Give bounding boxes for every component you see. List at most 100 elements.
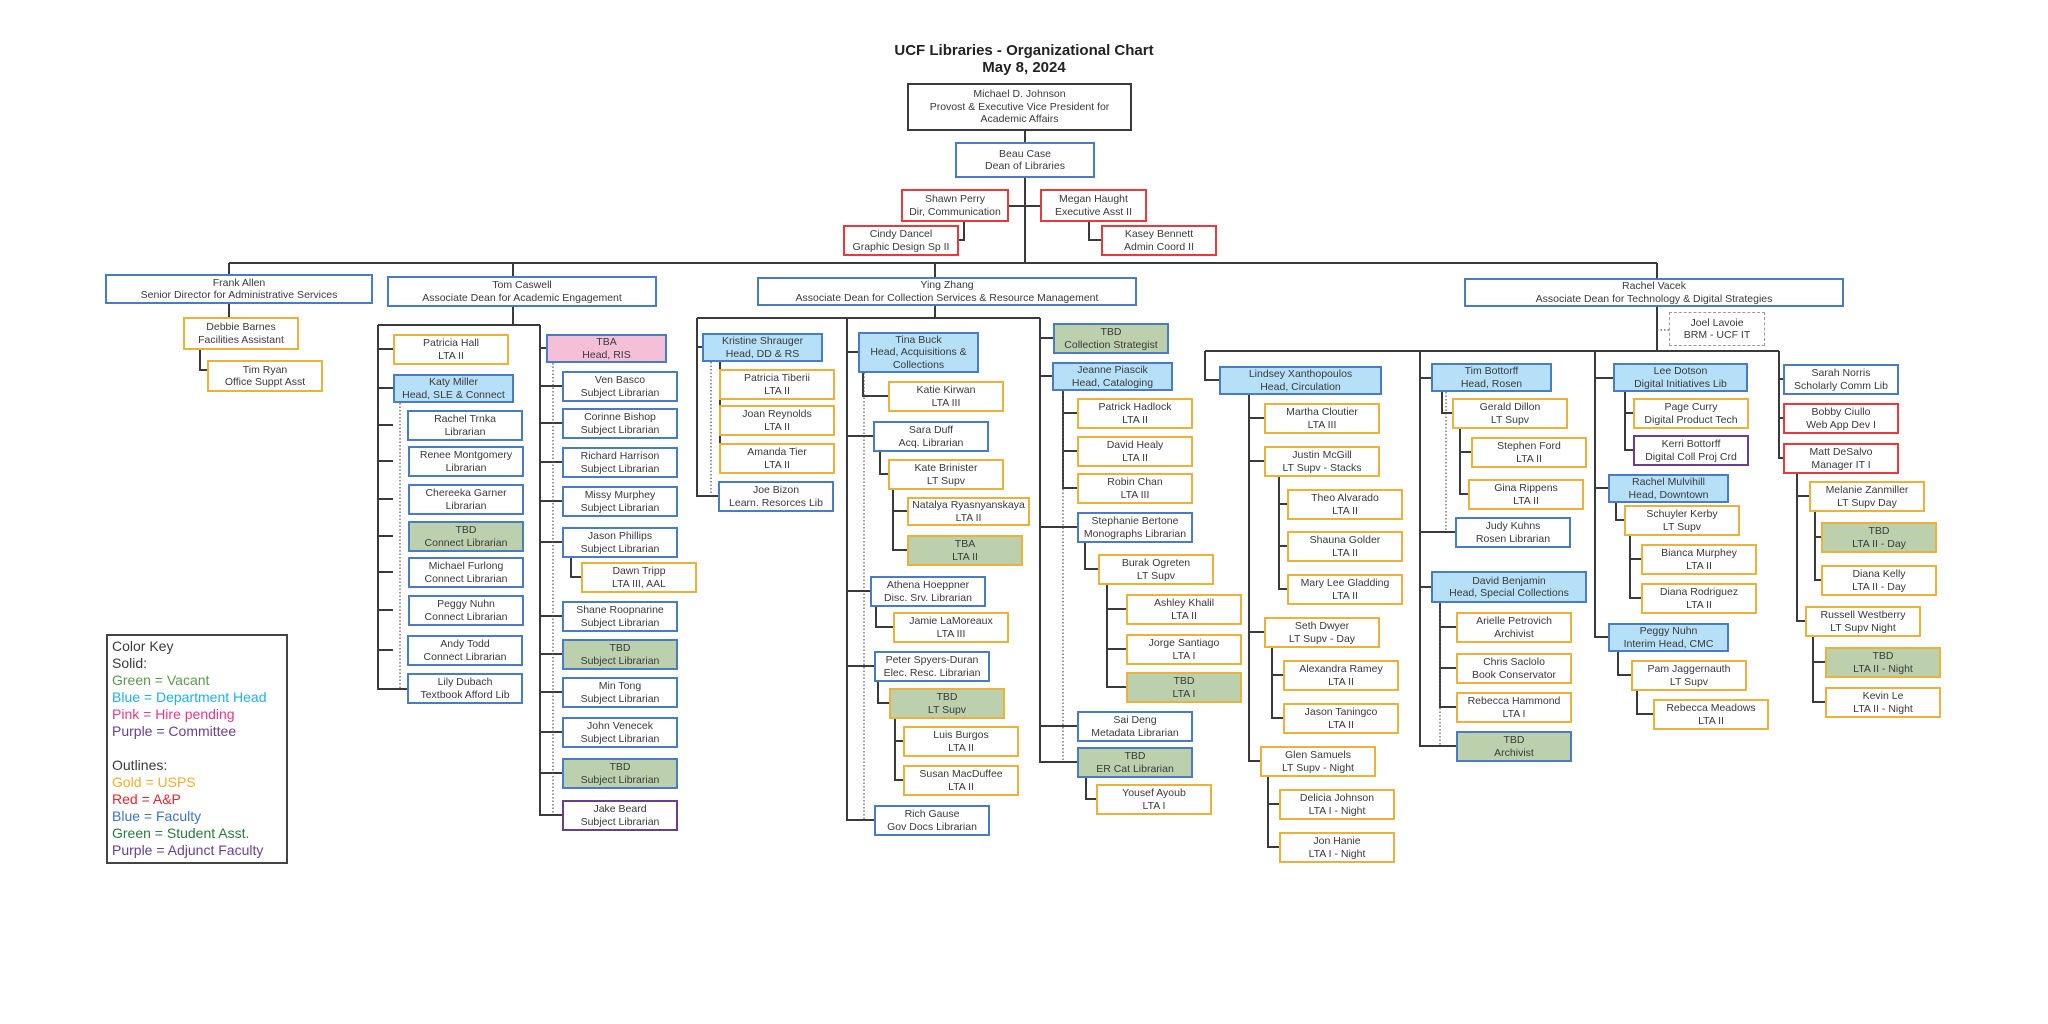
node-garner[interactable]: Chereeka Garner Librarian <box>408 484 524 515</box>
node-chan[interactable]: Robin Chan LTA III <box>1077 473 1193 504</box>
node-burgos[interactable]: Luis Burgos LTA II <box>903 726 1019 757</box>
node-rodriguez[interactable]: Diana Rodriguez LTA II <box>1641 583 1757 614</box>
node-barnes[interactable]: Debbie Barnes Facilities Assistant <box>183 317 299 350</box>
node-golder[interactable]: Shauna Golder LTA II <box>1287 531 1403 562</box>
node-tiberii[interactable]: Patricia Tiberii LTA II <box>719 369 835 400</box>
node-gladding[interactable]: Mary Lee Gladding LTA II <box>1287 574 1403 605</box>
node-petrovich[interactable]: Arielle Petrovich Archivist <box>1456 612 1572 643</box>
node-zanmiller[interactable]: Melanie Zanmiller LT Supv Day <box>1809 481 1925 512</box>
node-tbd-lta-1[interactable]: TBD LTA I <box>1126 672 1242 703</box>
node-brinister[interactable]: Kate Brinister LT Supv <box>888 459 1004 490</box>
node-dubach[interactable]: Lily Dubach Textbook Afford Lib <box>407 673 523 704</box>
node-tbd-day[interactable]: TBD LTA II - Day <box>1821 522 1937 553</box>
node-bottorff-kerri[interactable]: Kerri Bottorff Digital Coll Proj Crd <box>1633 435 1749 466</box>
node-alvarado[interactable]: Theo Alvarado LTA II <box>1287 489 1403 520</box>
node-phillips[interactable]: Jason Phillips Subject Librarian <box>562 527 678 558</box>
node-tbd-night[interactable]: TBD LTA II - Night <box>1825 647 1941 678</box>
node-santiago[interactable]: Jorge Santiago LTA I <box>1126 634 1242 665</box>
node-dwyer[interactable]: Seth Dwyer LT Supv - Day <box>1264 617 1380 648</box>
node-haught[interactable]: Megan Haught Executive Asst II <box>1040 189 1147 222</box>
node-hammond[interactable]: Rebecca Hammond LTA I <box>1456 692 1572 723</box>
node-bertone[interactable]: Stephanie Bertone Monographs Librarian <box>1077 512 1193 543</box>
node-ford[interactable]: Stephen Ford LTA II <box>1471 437 1587 468</box>
node-bennett[interactable]: Kasey Bennett Admin Coord II <box>1101 225 1217 256</box>
node-hanie[interactable]: Jon Hanie LTA I - Night <box>1279 832 1395 863</box>
node-tripp[interactable]: Dawn Tripp LTA III, AAL <box>581 562 697 593</box>
node-duff[interactable]: Sara Duff Acq. Librarian <box>873 421 989 452</box>
node-hoeppner[interactable]: Athena Hoeppner Disc. Srv. Librarian <box>870 576 986 607</box>
node-kelly[interactable]: Diana Kelly LTA II - Day <box>1821 565 1937 596</box>
node-lavoie[interactable]: Joel Lavoie BRM - UCF IT <box>1669 312 1765 346</box>
node-curry[interactable]: Page Curry Digital Product Tech <box>1633 398 1749 429</box>
node-tier[interactable]: Amanda Tier LTA II <box>719 443 835 474</box>
node-samuels[interactable]: Glen Samuels LT Supv - Night <box>1260 746 1376 777</box>
node-hall[interactable]: Patricia Hall LTA II <box>393 334 509 365</box>
node-taningco[interactable]: Jason Taningco LTA II <box>1283 703 1399 734</box>
node-tbd-lt-supv[interactable]: TBD LT Supv <box>889 688 1005 719</box>
node-caswell[interactable]: Tom Caswell Associate Dean for Academic … <box>387 276 657 307</box>
node-ciullo[interactable]: Bobby Ciullo Web App Dev I <box>1783 403 1899 434</box>
node-meadows[interactable]: Rebecca Meadows LTA II <box>1653 699 1769 730</box>
node-bottorff-tim[interactable]: Tim Bottorff Head, Rosen <box>1431 363 1552 392</box>
node-deng[interactable]: Sai Deng Metadata Librarian <box>1077 711 1193 742</box>
node-tbd-connect[interactable]: TBD Connect Librarian <box>408 521 524 552</box>
node-zhang[interactable]: Ying Zhang Associate Dean for Collection… <box>757 277 1137 306</box>
node-benjamin[interactable]: David Benjamin Head, Special Collections <box>1431 571 1587 603</box>
node-ryasnyanskaya[interactable]: Natalya Ryasnyanskaya LTA II <box>907 497 1030 526</box>
node-mcgill[interactable]: Justin McGill LT Supv - Stacks <box>1264 446 1380 477</box>
node-mulvihill[interactable]: Rachel Mulvihill Head, Downtown <box>1608 474 1729 503</box>
node-kerby[interactable]: Schuyler Kerby LT Supv <box>1624 505 1740 536</box>
node-reynolds[interactable]: Joan Reynolds LTA II <box>719 405 835 436</box>
node-healy[interactable]: David Healy LTA II <box>1077 436 1193 467</box>
node-beard[interactable]: Jake Beard Subject Librarian <box>562 800 678 831</box>
node-cloutier[interactable]: Martha Cloutier LTA III <box>1264 403 1380 434</box>
node-murphey-b[interactable]: Bianca Murphey LTA II <box>1641 544 1757 575</box>
node-miller[interactable]: Katy Miller Head, SLE & Connect <box>393 374 514 403</box>
node-ryan[interactable]: Tim Ryan Office Suppt Asst <box>207 360 323 392</box>
node-johnson[interactable]: Michael D. Johnson Provost & Executive V… <box>907 83 1132 131</box>
node-trnka[interactable]: Rachel Trnka Librarian <box>407 410 523 441</box>
node-rippens[interactable]: Gina Rippens LTA II <box>1468 479 1584 510</box>
node-harrison[interactable]: Richard Harrison Subject Librarian <box>562 447 678 478</box>
node-tong[interactable]: Min Tong Subject Librarian <box>562 677 678 708</box>
node-nuhn-cmc[interactable]: Peggy Nuhn Interim Head, CMC <box>1608 623 1729 652</box>
node-xanthopoulos[interactable]: Lindsey Xanthopoulos Head, Circulation <box>1219 366 1382 395</box>
node-lamoreaux[interactable]: Jamie LaMoreaux LTA III <box>893 612 1009 643</box>
node-tba-lta[interactable]: TBA LTA II <box>907 535 1023 566</box>
node-nuhn-connect[interactable]: Peggy Nuhn Connect Librarian <box>408 595 524 626</box>
node-hadlock[interactable]: Patrick Hadlock LTA II <box>1077 398 1193 429</box>
node-tbd-er-cat[interactable]: TBD ER Cat Librarian <box>1077 747 1193 778</box>
node-basco[interactable]: Ven Basco Subject Librarian <box>562 371 678 402</box>
node-spyers-duran[interactable]: Peter Spyers-Duran Elec. Resc. Librarian <box>874 651 990 682</box>
node-bishop[interactable]: Corinne Bishop Subject Librarian <box>562 408 678 439</box>
node-dotson[interactable]: Lee Dotson Digital Initiatives Lib <box>1613 363 1748 392</box>
node-todd[interactable]: Andy Todd Connect Librarian <box>407 635 523 666</box>
node-tbd-archivist[interactable]: TBD Archivist <box>1456 731 1572 762</box>
node-desalvo[interactable]: Matt DeSalvo Manager IT I <box>1783 443 1899 474</box>
node-furlong[interactable]: Michael Furlong Connect Librarian <box>408 557 524 588</box>
node-tbd-subject-1[interactable]: TBD Subject Librarian <box>562 639 678 670</box>
node-bizon[interactable]: Joe Bizon Learn. Resorces Lib <box>718 481 834 512</box>
node-tbd-subject-2[interactable]: TBD Subject Librarian <box>562 758 678 789</box>
node-murphey-m[interactable]: Missy Murphey Subject Librarian <box>562 486 678 517</box>
node-kirwan[interactable]: Katie Kirwan LTA III <box>888 381 1004 412</box>
node-roopnarine[interactable]: Shane Roopnarine Subject Librarian <box>562 601 678 632</box>
node-khalil[interactable]: Ashley Khalil LTA II <box>1126 594 1242 625</box>
node-johnson-delicia[interactable]: Delicia Johnson LTA I - Night <box>1279 789 1395 820</box>
node-dancel[interactable]: Cindy Dancel Graphic Design Sp II <box>843 225 959 256</box>
node-saclolo[interactable]: Chris Saclolo Book Conservator <box>1456 653 1572 684</box>
node-perry[interactable]: Shawn Perry Dir, Communication <box>901 189 1009 222</box>
node-le[interactable]: Kevin Le LTA II - Night <box>1825 687 1941 718</box>
node-shrauger[interactable]: Kristine Shrauger Head, DD & RS <box>702 333 823 362</box>
node-jaggernauth[interactable]: Pam Jaggernauth LT Supv <box>1631 660 1747 691</box>
node-case[interactable]: Beau Case Dean of Libraries <box>955 142 1095 178</box>
node-buck[interactable]: Tina Buck Head, Acquisitions & Collectio… <box>858 332 979 373</box>
node-tba-ris[interactable]: TBA Head, RIS <box>546 334 667 363</box>
node-montgomery[interactable]: Renee Montgomery Librarian <box>408 446 524 477</box>
node-vacek[interactable]: Rachel Vacek Associate Dean for Technolo… <box>1464 278 1844 307</box>
node-kuhns[interactable]: Judy Kuhns Rosen Librarian <box>1455 517 1571 548</box>
node-venecek[interactable]: John Venecek Subject Librarian <box>562 717 678 748</box>
node-macduffee[interactable]: Susan MacDuffee LTA II <box>903 765 1019 796</box>
node-allen[interactable]: Frank Allen Senior Director for Administ… <box>105 274 373 304</box>
node-westberry[interactable]: Russell Westberry LT Supv Night <box>1805 606 1921 637</box>
